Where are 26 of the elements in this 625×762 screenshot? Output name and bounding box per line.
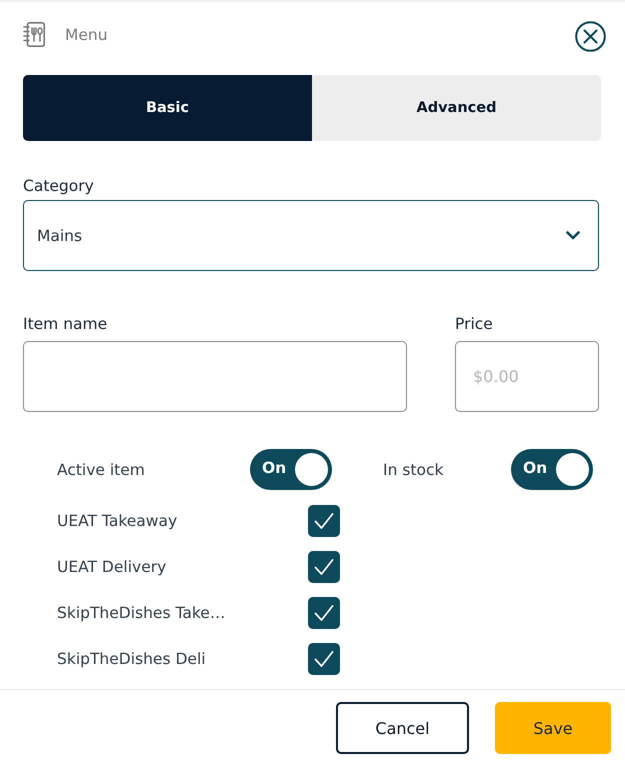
channel-label: UEAT Takeaway [57, 512, 178, 530]
chevron-down-icon [566, 231, 580, 240]
channel-label: UEAT Delivery [57, 558, 166, 576]
field-label: Price [455, 314, 493, 334]
checkbox[interactable] [308, 551, 340, 583]
toggle-switch[interactable]: On [511, 449, 593, 490]
channel-label: SkipTheDishes Deli [57, 650, 206, 668]
price-field[interactable]: $0.00 [455, 341, 599, 412]
cutlery-notebook-icon [23, 22, 45, 47]
footer-button[interactable]: Cancel [336, 702, 469, 754]
checkbox[interactable] [308, 643, 340, 675]
close-icon[interactable] [575, 21, 606, 52]
checkbox[interactable] [308, 505, 340, 537]
toggle-label: In stock [383, 460, 444, 478]
toggle-switch[interactable]: On [250, 449, 332, 490]
field-label: Category [23, 176, 94, 196]
tab[interactable]: Basic [23, 75, 312, 141]
panel-title: Menu [65, 25, 108, 46]
field-label: Item name [23, 314, 108, 334]
channel-label: SkipTheDishes Take… [57, 604, 226, 622]
checkbox[interactable] [308, 597, 340, 629]
item-name-field[interactable] [23, 341, 407, 412]
footer-button[interactable]: Save [495, 702, 611, 754]
category-dropdown[interactable]: Mains [23, 200, 599, 271]
tab[interactable]: Advanced [312, 75, 601, 141]
toggle-label: Active item [57, 460, 145, 478]
